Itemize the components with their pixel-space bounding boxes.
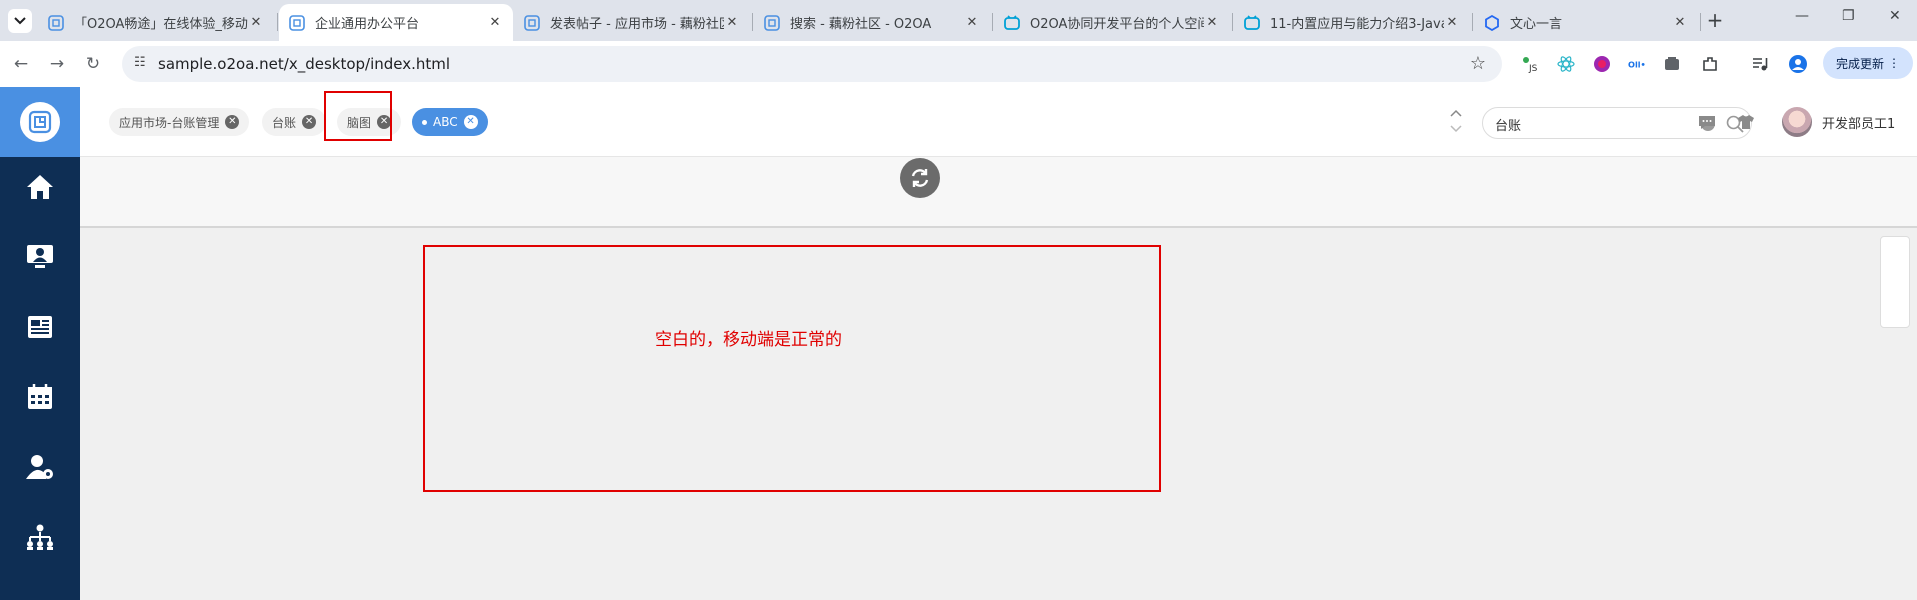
close-icon[interactable]: ✕ <box>487 15 503 30</box>
tab-bilibili-space[interactable]: O2OA协同开发平台的个人空间 ✕ <box>994 4 1230 41</box>
window-close-icon[interactable]: ✕ <box>1889 8 1901 24</box>
more-options-icon: ⋮ <box>1888 56 1900 70</box>
extension-react-icon[interactable] <box>1556 54 1576 74</box>
close-icon[interactable]: ✕ <box>1204 15 1220 30</box>
svg-text:Oll•: Oll• <box>1628 60 1646 70</box>
message-icon[interactable] <box>1697 112 1717 132</box>
tab-title: O2OA协同开发平台的个人空间 <box>1030 17 1204 32</box>
tab-separator <box>1472 13 1473 31</box>
media-control-icon[interactable] <box>1750 54 1770 74</box>
o2oa-favicon-icon <box>524 14 540 31</box>
address-bar[interactable]: ☷ sample.o2oa.net/x_desktop/index.html ☆ <box>122 46 1502 82</box>
bilibili-favicon-icon <box>1004 14 1020 31</box>
collapse-expand-toggle[interactable] <box>1448 107 1464 137</box>
tab-title: 企业通用办公平台 <box>315 17 420 32</box>
o2oa-favicon-icon <box>289 14 305 31</box>
extension-oll-icon[interactable]: Oll• <box>1628 54 1648 74</box>
tab-search-menu-button[interactable] <box>8 9 32 33</box>
tab-title: 发表帖子 - 应用市场 - 藕粉社区 <box>550 17 724 32</box>
tab-o2oa-experience[interactable]: 「O2OA畅途」在线体验_移动C ✕ <box>38 4 274 41</box>
skin-shirt-icon[interactable] <box>1736 112 1756 132</box>
tab-title: 搜索 - 藕粉社区 - O2OA <box>790 17 932 32</box>
close-icon[interactable]: ✕ <box>248 15 264 30</box>
close-icon[interactable]: ✕ <box>302 115 317 129</box>
tab-wenxin-yiyan[interactable]: 文心一言 ✕ <box>1474 4 1698 41</box>
chip-label: 台账 <box>272 115 297 130</box>
search-input[interactable]: 台账 <box>1495 115 1521 134</box>
extension-js-icon[interactable]: JS <box>1520 54 1540 74</box>
browser-toolbar: ← → ↻ ☷ sample.o2oa.net/x_desktop/index.… <box>0 41 1917 87</box>
close-icon[interactable]: ✕ <box>724 15 740 30</box>
app-sidebar <box>0 87 80 600</box>
bookmark-star-icon[interactable]: ☆ <box>1470 53 1486 74</box>
site-settings-icon[interactable]: ☷ <box>134 55 146 70</box>
home-icon[interactable] <box>24 171 56 203</box>
profile-icon[interactable] <box>1788 54 1808 74</box>
chip-label: ABC <box>433 115 458 129</box>
task-chip-app-market[interactable]: 应用市场-台账管理 ✕ <box>109 108 250 136</box>
close-icon[interactable]: ✕ <box>964 15 980 30</box>
annotation-empty-area-box <box>423 245 1161 492</box>
o2oa-favicon-icon <box>48 14 64 31</box>
tab-separator <box>992 13 993 31</box>
tab-separator <box>752 13 753 31</box>
update-label: 完成更新 <box>1835 56 1884 71</box>
close-icon[interactable]: ✕ <box>1672 15 1688 30</box>
active-dot <box>422 119 427 125</box>
app-toolbar-area <box>80 157 1917 228</box>
calendar-icon[interactable] <box>24 381 56 413</box>
task-chip-ledger[interactable]: 台账 ✕ <box>262 108 327 136</box>
tab-builtin-apps[interactable]: 11-内置应用与能力介绍3-Java ✕ <box>1234 4 1470 41</box>
tab-separator <box>277 13 278 31</box>
back-icon[interactable]: ← <box>10 53 32 75</box>
close-icon[interactable]: ✕ <box>463 115 478 129</box>
refresh-button[interactable] <box>900 158 940 198</box>
avatar[interactable] <box>1782 107 1812 137</box>
annotation-text: 空白的，移动端是正常的 <box>655 330 842 350</box>
portal-user-icon[interactable] <box>24 241 56 273</box>
bilibili-favicon-icon <box>1244 14 1260 31</box>
tab-title: 「O2OA畅途」在线体验_移动C <box>74 17 248 32</box>
wenxin-favicon-icon <box>1484 14 1500 31</box>
restore-icon[interactable]: ❐ <box>1842 8 1855 24</box>
org-chart-icon[interactable] <box>24 521 56 553</box>
annotation-highlight-box <box>324 91 392 141</box>
chip-label: 应用市场-台账管理 <box>119 115 220 130</box>
tab-separator <box>1700 13 1701 31</box>
extensions-puzzle-icon[interactable] <box>1700 54 1720 74</box>
forward-icon[interactable]: → <box>46 53 68 75</box>
user-name[interactable]: 开发部员工1 <box>1822 113 1895 132</box>
tab-search-community[interactable]: 搜索 - 藕粉社区 - O2OA ✕ <box>754 4 990 41</box>
close-icon[interactable]: ✕ <box>1444 15 1460 30</box>
reload-icon[interactable]: ↻ <box>82 53 104 75</box>
side-panel-handle[interactable] <box>1880 236 1910 328</box>
extension-circle-icon[interactable] <box>1592 54 1612 74</box>
svg-text:JS: JS <box>1528 64 1538 74</box>
update-button[interactable]: 完成更新 ⋮ <box>1823 47 1913 79</box>
o2oa-logo[interactable] <box>0 87 80 157</box>
o2oa-favicon-icon <box>764 14 780 31</box>
tab-enterprise-office[interactable]: 企业通用办公平台 ✕ <box>279 4 513 41</box>
close-icon[interactable]: ✕ <box>225 115 240 129</box>
tab-title: 11-内置应用与能力介绍3-Java <box>1270 17 1444 32</box>
tab-post-thread[interactable]: 发表帖子 - 应用市场 - 藕粉社区 ✕ <box>514 4 750 41</box>
tab-title: 文心一言 <box>1510 17 1563 32</box>
new-tab-button[interactable]: + <box>1703 9 1727 33</box>
tab-separator <box>1232 13 1233 31</box>
news-icon[interactable] <box>24 311 56 343</box>
refresh-icon <box>911 169 929 187</box>
minimize-icon[interactable]: — <box>1795 8 1809 24</box>
extension-box-icon[interactable] <box>1662 54 1682 74</box>
o2oa-logo-icon <box>20 102 60 142</box>
url-text: sample.o2oa.net/x_desktop/index.html <box>158 55 451 73</box>
browser-tab-strip: 「O2OA畅途」在线体验_移动C ✕ 企业通用办公平台 ✕ 发表帖子 - 应用市… <box>0 0 1917 41</box>
task-chip-abc[interactable]: ABC ✕ <box>412 108 488 136</box>
user-settings-icon[interactable] <box>24 451 56 483</box>
